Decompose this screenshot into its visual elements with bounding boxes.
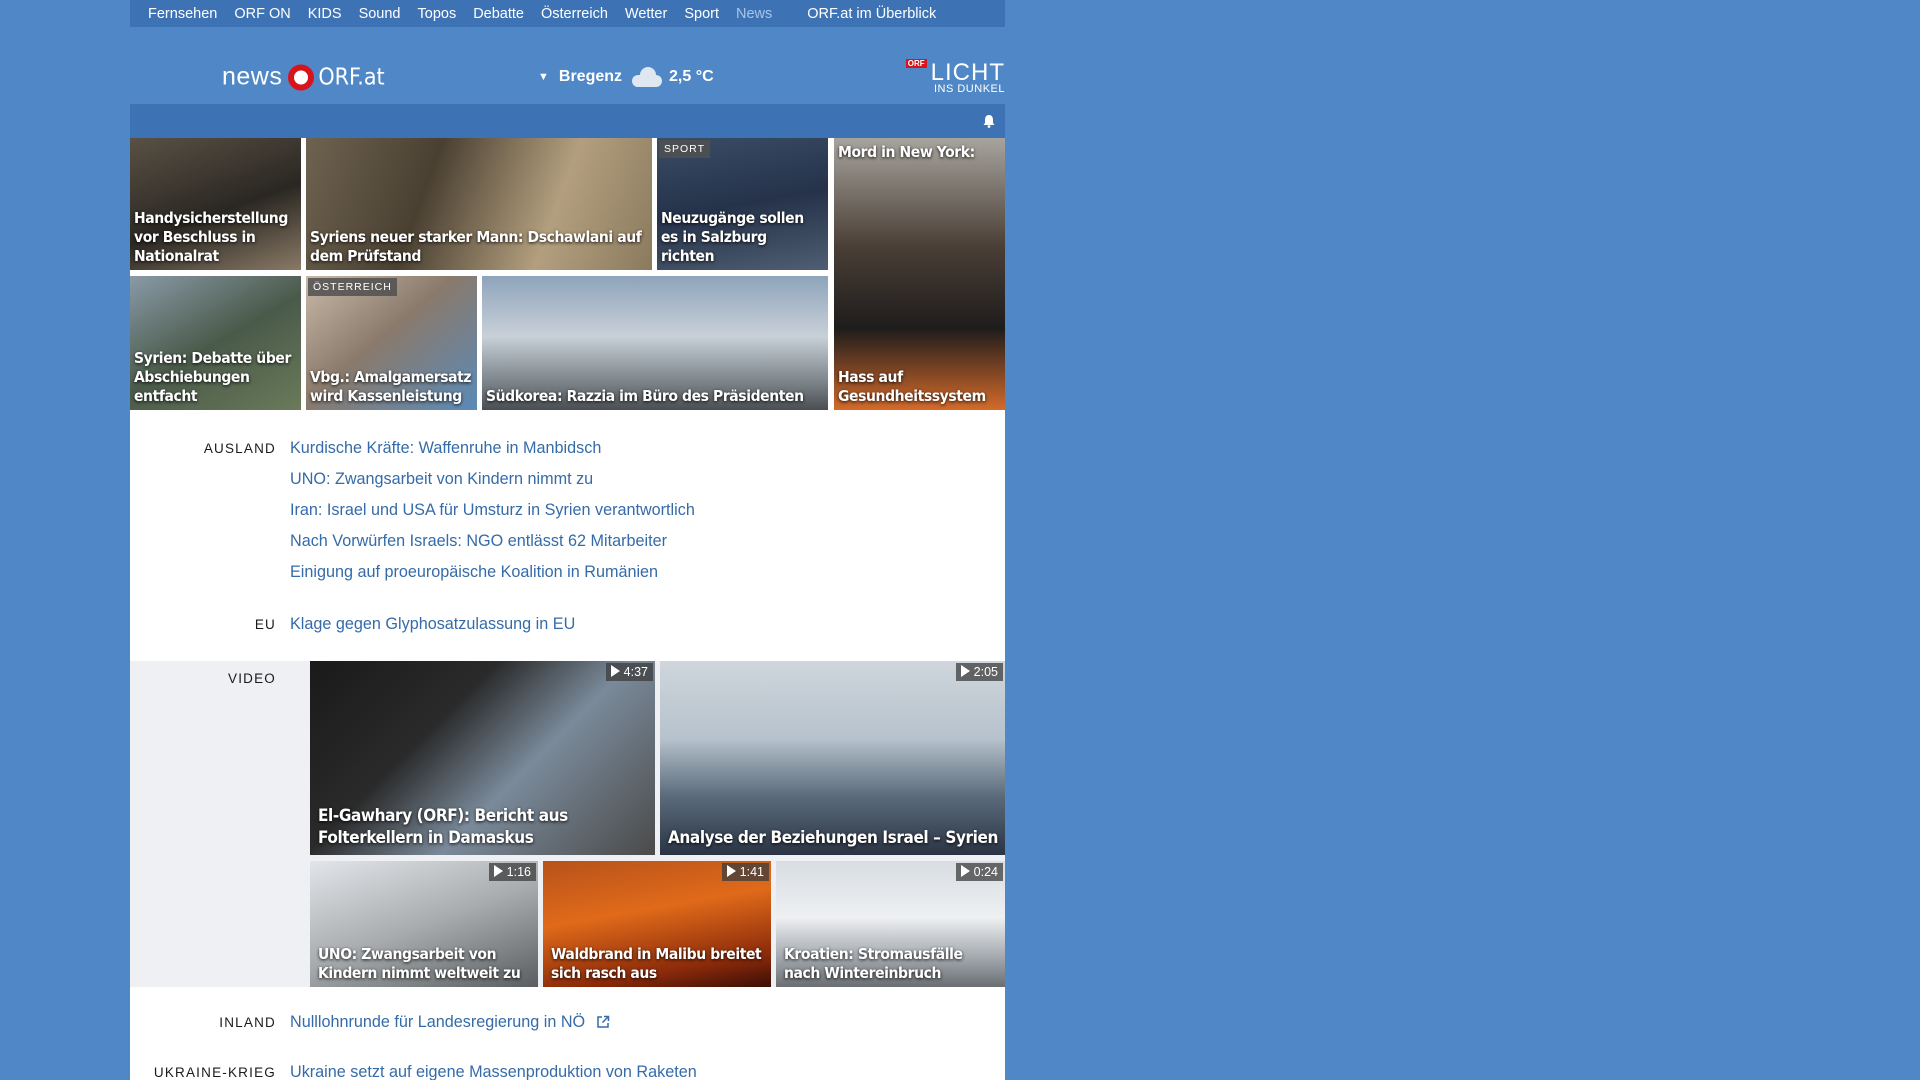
cloud-icon: [630, 67, 664, 87]
story-caption: Syrien: Debatte über Abschiebungen entfa…: [134, 349, 291, 405]
nav-topos[interactable]: Topos: [418, 6, 457, 22]
story-tag: ÖSTERREICH: [308, 278, 397, 296]
story-tile[interactable]: Handysicherstellung vor Beschluss in Nat…: [130, 138, 301, 270]
nav-orf-overview[interactable]: ORF.at im Überblick: [807, 6, 936, 22]
dropdown-triangle-icon: ▼: [538, 71, 549, 83]
story-caption: Vbg.: Amalgamersatz wird Kassenleistung: [310, 368, 472, 405]
story-tile-tall[interactable]: Mord in New York: Hass auf Gesundheitssy…: [834, 138, 1005, 410]
video-tile[interactable]: 1:16 UNO: Zwangsarbeit von Kindern nimmt…: [310, 861, 538, 987]
news-orf-logo[interactable]: news ORF.at: [222, 63, 385, 92]
story-tile[interactable]: Syrien: Debatte über Abschiebungen entfa…: [130, 276, 301, 410]
section-links: Ukraine setzt auf eigene Massenproduktio…: [290, 1057, 1005, 1080]
story-caption-top: Mord in New York:: [838, 143, 975, 161]
play-icon: [726, 865, 736, 877]
story-caption: Neuzugänge sollen es in Salzburg richten: [661, 209, 804, 265]
video-caption: Waldbrand in Malibu breitet sich rasch a…: [551, 945, 762, 982]
section-label: AUSLAND: [203, 441, 276, 456]
story-tile-sport[interactable]: SPORT Neuzugänge sollen es in Salzburg r…: [657, 138, 828, 270]
video-caption: El-Gawhary (ORF): Bericht aus Folterkell…: [318, 806, 568, 848]
logo-news-text: news: [222, 62, 283, 91]
section-links: Klage gegen Glyphosatzulassung in EU: [290, 609, 1005, 640]
top-navigation: Fernsehen ORF ON KIDS Sound Topos Debatt…: [130, 0, 1005, 27]
video-duration: 0:24: [955, 863, 1003, 881]
section-label: INLAND: [219, 1015, 276, 1030]
licht-subtitle: INS DUNKEL: [933, 83, 1005, 95]
nav-debatte[interactable]: Debatte: [473, 6, 524, 22]
video-duration: 4:37: [605, 663, 653, 681]
video-duration: 1:41: [721, 863, 769, 881]
licht-ins-dunkel-logo[interactable]: ORF LICHT INS DUNKEL: [905, 59, 1005, 95]
article-link[interactable]: Nulllohnrunde für Landesregierung in NÖ: [290, 1007, 1005, 1038]
article-link[interactable]: Nach Vorwürfen Israels: NGO entlässt 62 …: [290, 526, 1005, 557]
licht-title: LICHT: [930, 59, 1005, 86]
section-links: Nulllohnrunde für Landesregierung in NÖ: [290, 1007, 1005, 1038]
article-link[interactable]: Einigung auf proeuropäische Koalition in…: [290, 557, 1005, 588]
article-link[interactable]: UNO: Zwangsarbeit von Kindern nimmt zu: [290, 464, 1005, 495]
video-tile[interactable]: 2:05 Analyse der Beziehungen Israel – Sy…: [660, 661, 1005, 855]
story-tile[interactable]: Südkorea: Razzia im Büro des Präsidenten: [482, 276, 828, 410]
video-tile[interactable]: 0:24 Kroatien: Stromausfälle nach Winter…: [776, 861, 1005, 987]
top-stories-grid: Handysicherstellung vor Beschluss in Nat…: [130, 138, 1005, 410]
video-duration: 1:16: [488, 863, 536, 881]
article-link-text: Nulllohnrunde für Landesregierung in NÖ: [290, 1013, 586, 1031]
article-link[interactable]: Iran: Israel und USA für Umsturz in Syri…: [290, 495, 1005, 526]
page: Fernsehen ORF ON KIDS Sound Topos Debatt…: [130, 0, 1005, 1080]
site-header: news ORF.at ▼ Bregenz 2,5 °C ORF LICHT IN…: [130, 27, 1005, 104]
play-icon: [493, 865, 503, 877]
video-grid: 4:37 El-Gawhary (ORF): Bericht aus Folte…: [290, 661, 1005, 987]
nav-news[interactable]: News: [736, 6, 772, 22]
video-duration: 2:05: [955, 663, 1003, 681]
section-eu: EU Klage gegen Glyphosatzulassung in EU: [130, 609, 1005, 640]
video-caption: Analyse der Beziehungen Israel – Syrien: [668, 828, 998, 848]
nav-orf-on[interactable]: ORF ON: [234, 6, 290, 22]
nav-sound[interactable]: Sound: [359, 6, 401, 22]
article-link[interactable]: Kurdische Kräfte: Waffenruhe in Manbidsc…: [290, 433, 1005, 464]
section-inland: INLAND Nulllohnrunde für Landesregierung…: [130, 1007, 1005, 1038]
weather-temperature: 2,5 °C: [669, 68, 714, 85]
orf-badge: ORF: [905, 59, 927, 68]
story-tile[interactable]: Syriens neuer starker Mann: Dschawlani a…: [306, 138, 652, 270]
play-icon: [960, 665, 970, 677]
section-links: Kurdische Kräfte: Waffenruhe in Manbidsc…: [290, 433, 1005, 588]
bell-icon[interactable]: [983, 114, 995, 128]
story-caption: Handysicherstellung vor Beschluss in Nat…: [134, 209, 288, 265]
logo-orf-text: ORF.at: [318, 64, 385, 90]
section-ausland: AUSLAND Kurdische Kräfte: Waffenruhe in …: [130, 433, 1005, 588]
video-tile[interactable]: 1:41 Waldbrand in Malibu breitet sich ra…: [543, 861, 771, 987]
story-caption: Hass auf Gesundheitssystem: [838, 368, 986, 405]
video-caption: UNO: Zwangsarbeit von Kindern nimmt welt…: [318, 945, 521, 982]
story-caption: Syriens neuer starker Mann: Dschawlani a…: [310, 228, 642, 265]
article-link[interactable]: Klage gegen Glyphosatzulassung in EU: [290, 609, 1005, 640]
orf-eye-icon: [288, 64, 315, 90]
play-icon: [960, 865, 970, 877]
nav-sport[interactable]: Sport: [684, 6, 719, 22]
section-label: EU: [254, 617, 276, 632]
section-label: UKRAINE-KRIEG: [153, 1065, 276, 1080]
story-tag: SPORT: [659, 140, 710, 158]
external-link-icon: [596, 1015, 609, 1028]
section-video: VIDEO 4:37 El-Gawhary (ORF): Bericht aus…: [130, 661, 1005, 987]
section-label: VIDEO: [227, 671, 276, 686]
article-link[interactable]: Ukraine setzt auf eigene Massenproduktio…: [290, 1057, 1005, 1080]
video-caption: Kroatien: Stromausfälle nach Wintereinbr…: [784, 945, 963, 982]
weather-location: Bregenz: [558, 68, 623, 85]
article-lists: AUSLAND Kurdische Kräfte: Waffenruhe in …: [130, 410, 1005, 1080]
sub-bar: [130, 104, 1005, 138]
weather-widget[interactable]: ▼ Bregenz 2,5 °C: [538, 67, 714, 87]
video-tile[interactable]: 4:37 El-Gawhary (ORF): Bericht aus Folte…: [310, 661, 655, 855]
nav-wetter[interactable]: Wetter: [625, 6, 667, 22]
play-icon: [610, 665, 620, 677]
nav-kids[interactable]: KIDS: [308, 6, 342, 22]
section-ukraine-krieg: UKRAINE-KRIEG Ukraine setzt auf eigene M…: [130, 1057, 1005, 1080]
story-caption: Südkorea: Razzia im Büro des Präsidenten: [486, 387, 804, 405]
nav-fernsehen[interactable]: Fernsehen: [148, 6, 217, 22]
nav-oesterreich[interactable]: Österreich: [541, 6, 608, 22]
story-tile-oesterreich[interactable]: ÖSTERREICH Vbg.: Amalgamersatz wird Kass…: [306, 276, 477, 410]
